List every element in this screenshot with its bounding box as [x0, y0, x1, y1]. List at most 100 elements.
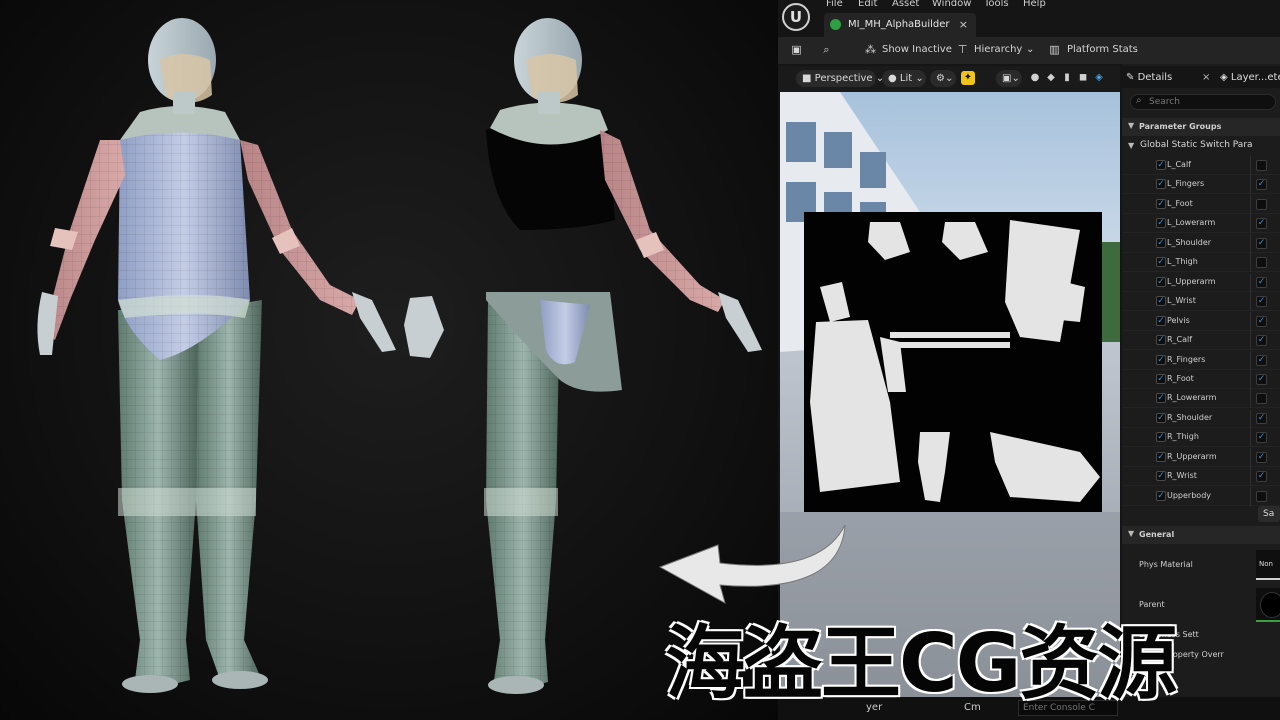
switch-label: R_Upperarm	[1167, 451, 1217, 461]
menu-tools[interactable]: Tools	[984, 0, 1009, 9]
override-checkbox[interactable]: ✓	[1156, 393, 1166, 404]
parameter-groups-category[interactable]: ▼ Parameter Groups	[1122, 118, 1280, 136]
character-illustration	[37, 18, 762, 694]
override-checkbox[interactable]: ✓	[1156, 451, 1166, 462]
perspective-dropdown[interactable]: ■ Perspective ⌄	[796, 70, 884, 87]
switch-row-r-upperarm: ✓ R_Upperarm ✓	[1122, 447, 1280, 467]
global-static-switch-group[interactable]: ▼ Global Static Switch Para	[1122, 137, 1280, 155]
override-checkbox[interactable]: ✓	[1156, 257, 1166, 268]
switch-row-l-shoulder: ✓ L_Shoulder ✓	[1122, 233, 1280, 253]
chevron-down-icon[interactable]: ⌄	[1026, 44, 1034, 55]
platform-stats-button[interactable]: Platform Stats	[1067, 44, 1138, 55]
cylinder-preview-icon[interactable]: ▮	[1060, 71, 1074, 85]
switch-value-checkbox[interactable]: ✓	[1256, 315, 1267, 327]
column-divider	[1250, 467, 1251, 487]
menu-edit[interactable]: Edit	[858, 0, 877, 9]
switch-value-checkbox[interactable]: ✓	[1256, 354, 1267, 366]
chevron-down-icon: ▼	[1128, 529, 1135, 538]
plane-preview-icon[interactable]: ◆	[1044, 71, 1058, 85]
override-checkbox[interactable]: ✓	[1156, 315, 1166, 326]
save-sibling-button[interactable]: Sa	[1258, 506, 1280, 522]
switch-label: L_Wrist	[1167, 296, 1196, 306]
switch-value-checkbox[interactable]	[1256, 198, 1267, 210]
switch-value-checkbox[interactable]: ✓	[1256, 412, 1267, 424]
override-checkbox[interactable]: ✓	[1156, 237, 1166, 248]
override-checkbox[interactable]: ✓	[1156, 412, 1166, 423]
switch-value-checkbox[interactable]: ✓	[1256, 335, 1267, 347]
lit-dropdown[interactable]: ● Lit ⌄	[882, 70, 926, 87]
menu-file[interactable]: File	[826, 0, 843, 9]
tab-mi-mh-alphabuilder[interactable]: MI_MH_AlphaBuilder ×	[824, 13, 976, 37]
switch-label: L_Calf	[1167, 160, 1191, 169]
switch-label: R_Fingers	[1167, 354, 1206, 364]
close-details-icon[interactable]: ×	[1202, 68, 1210, 88]
switch-value-checkbox[interactable]: ✓	[1256, 451, 1267, 463]
override-checkbox[interactable]: ✓	[1156, 276, 1166, 287]
close-tab-icon[interactable]: ×	[959, 18, 968, 31]
column-divider	[1250, 194, 1251, 214]
switch-label: L_Shoulder	[1167, 237, 1212, 247]
sphere-preview-icon[interactable]: ●	[1028, 71, 1042, 85]
override-checkbox[interactable]: ✓	[1156, 432, 1166, 443]
switch-value-checkbox[interactable]	[1256, 393, 1267, 405]
switch-value-checkbox[interactable]: ✓	[1256, 276, 1267, 288]
switch-row-pelvis: ✓ Pelvis ✓	[1122, 311, 1280, 331]
switch-label: R_Shoulder	[1167, 412, 1213, 422]
switch-value-checkbox[interactable]	[1256, 257, 1267, 269]
tab-layer-parameters[interactable]: ◈ Layer...ete	[1220, 68, 1280, 88]
tab-details[interactable]: ✎ Details	[1126, 68, 1172, 88]
override-checkbox[interactable]: ✓	[1156, 296, 1166, 307]
switch-row-l-calf: ✓ L_Calf	[1122, 156, 1280, 175]
override-checkbox[interactable]: ✓	[1156, 335, 1166, 346]
show-inactive-button[interactable]: Show Inactive	[882, 44, 952, 55]
global-static-switch-label: Global Static Switch Para	[1140, 140, 1253, 150]
preview-dropdown[interactable]: ▣⌄	[996, 70, 1022, 87]
menu-window[interactable]: Window	[932, 0, 971, 9]
general-category[interactable]: ▼ General	[1122, 526, 1280, 544]
switch-value-checkbox[interactable]	[1256, 490, 1267, 502]
mesh-preview-icon[interactable]: ◈	[1092, 71, 1106, 85]
search-input[interactable]	[1149, 96, 1269, 108]
browse-icon[interactable]: ⌕	[820, 43, 833, 56]
override-checkbox[interactable]: ✓	[1156, 354, 1166, 365]
switch-row-upperbody: ✓ Upperbody	[1122, 486, 1280, 506]
switch-value-checkbox[interactable]: ✓	[1256, 296, 1267, 308]
switch-value-checkbox[interactable]: ✓	[1256, 237, 1267, 249]
override-checkbox[interactable]: ✓	[1156, 373, 1166, 384]
switch-row-r-thigh: ✓ R_Thigh ✓	[1122, 428, 1280, 448]
override-checkbox[interactable]: ✓	[1156, 471, 1166, 482]
column-divider	[1250, 233, 1251, 253]
override-checkbox[interactable]: ✓	[1156, 218, 1166, 229]
switch-label: Pelvis	[1167, 315, 1190, 325]
switch-value-checkbox[interactable]: ✓	[1256, 432, 1267, 444]
show-flags-dropdown[interactable]: ⚙⌄	[930, 70, 956, 87]
switch-row-r-lowerarm: ✓ R_Lowerarm	[1122, 389, 1280, 409]
override-checkbox[interactable]: ✓	[1156, 490, 1166, 501]
override-checkbox[interactable]: ✓	[1156, 160, 1166, 170]
override-checkbox[interactable]: ✓	[1156, 179, 1166, 190]
menu-bar: File Edit Asset Window Tools Help	[778, 0, 1280, 12]
switch-label: L_Upperarm	[1167, 276, 1216, 286]
menu-help[interactable]: Help	[1023, 0, 1046, 9]
switch-row-l-foot: ✓ L_Foot	[1122, 194, 1280, 214]
save-icon[interactable]: ▣	[790, 43, 803, 56]
switch-row-r-wrist: ✓ R_Wrist ✓	[1122, 467, 1280, 487]
switch-value-checkbox[interactable]: ✓	[1256, 179, 1267, 191]
curved-arrow-icon	[658, 524, 846, 605]
cube-preview-icon[interactable]: ◼	[1076, 71, 1090, 85]
realtime-toggle-icon[interactable]: ✦	[961, 71, 975, 85]
menu-asset[interactable]: Asset	[892, 0, 919, 9]
switch-value-checkbox[interactable]: ✓	[1256, 373, 1267, 385]
switch-label: L_Fingers	[1167, 179, 1205, 189]
switch-value-checkbox[interactable]: ✓	[1256, 471, 1267, 483]
override-checkbox[interactable]: ✓	[1156, 198, 1166, 209]
phys-material-picker[interactable]: Non	[1256, 550, 1280, 580]
column-divider	[1250, 175, 1251, 195]
switch-label: R_Foot	[1167, 373, 1194, 383]
hierarchy-button[interactable]: Hierarchy	[974, 44, 1022, 55]
parent-thumbnail[interactable]	[1256, 588, 1280, 622]
switch-value-checkbox[interactable]: ✓	[1256, 218, 1267, 230]
column-divider	[1250, 311, 1251, 331]
column-divider	[1250, 214, 1251, 234]
switch-value-checkbox[interactable]	[1256, 160, 1267, 171]
